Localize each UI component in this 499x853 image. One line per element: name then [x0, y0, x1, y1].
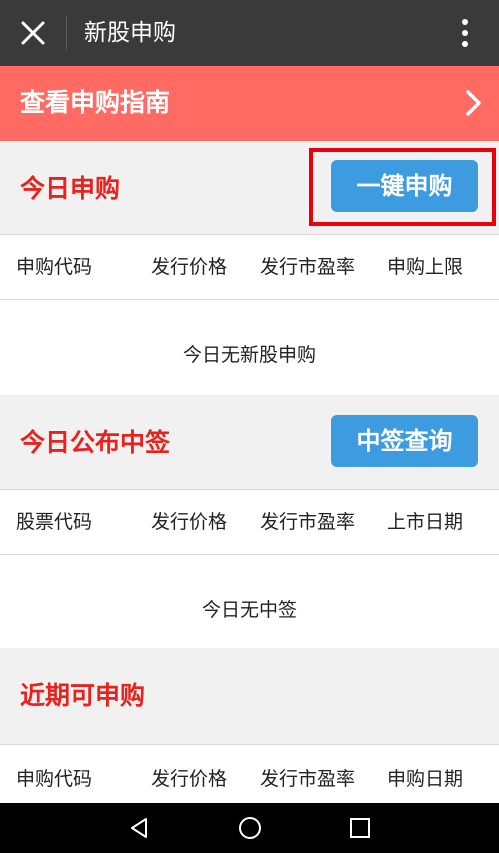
home-circle-icon[interactable] [237, 815, 263, 841]
column-header: 发行价格 [151, 256, 228, 278]
today-winning-table-header: 股票代码 发行价格 发行市盈率 上市日期 [0, 489, 499, 555]
today-subscribe-empty: 今日无新股申购 [0, 300, 499, 395]
today-subscribe-title: 今日申购 [20, 174, 121, 203]
back-triangle-icon[interactable] [127, 816, 151, 840]
column-header: 申购日期 [387, 768, 464, 790]
guide-label: 查看申购指南 [20, 88, 171, 117]
today-subscribe-header: 今日申购 一键申购 [0, 141, 499, 234]
close-icon[interactable] [18, 18, 48, 48]
page-title: 新股申购 [84, 20, 176, 46]
column-header: 申购代码 [16, 768, 93, 790]
today-winning-header: 今日公布中签 中签查询 [0, 395, 499, 489]
column-header: 发行价格 [151, 768, 228, 790]
title-bar: 新股申购 [0, 0, 499, 66]
winning-query-button[interactable]: 中签查询 [331, 415, 478, 467]
column-header: 申购上限 [387, 256, 464, 278]
chevron-right-icon [466, 90, 481, 116]
column-header: 发行市盈率 [260, 511, 356, 533]
one-click-subscribe-button[interactable]: 一键申购 [331, 160, 478, 212]
column-header: 上市日期 [387, 511, 464, 533]
upcoming-table-header: 申购代码 发行价格 发行市盈率 申购日期 [0, 744, 499, 803]
more-vertical-icon[interactable] [455, 18, 475, 48]
column-header: 申购代码 [16, 256, 93, 278]
today-subscribe-table-header: 申购代码 发行价格 发行市盈率 申购上限 [0, 234, 499, 300]
guide-banner[interactable]: 查看申购指南 [0, 66, 499, 141]
recents-square-icon[interactable] [349, 817, 371, 839]
column-header: 发行价格 [151, 511, 228, 533]
system-nav-bar [0, 803, 499, 853]
upcoming-title: 近期可申购 [20, 681, 146, 710]
upcoming-header: 近期可申购 [0, 648, 499, 744]
column-header: 发行市盈率 [260, 768, 356, 790]
today-winning-empty: 今日无中签 [0, 555, 499, 648]
today-winning-title: 今日公布中签 [20, 428, 171, 457]
column-header: 发行市盈率 [260, 256, 356, 278]
column-header: 股票代码 [16, 511, 93, 533]
title-separator [66, 16, 67, 50]
